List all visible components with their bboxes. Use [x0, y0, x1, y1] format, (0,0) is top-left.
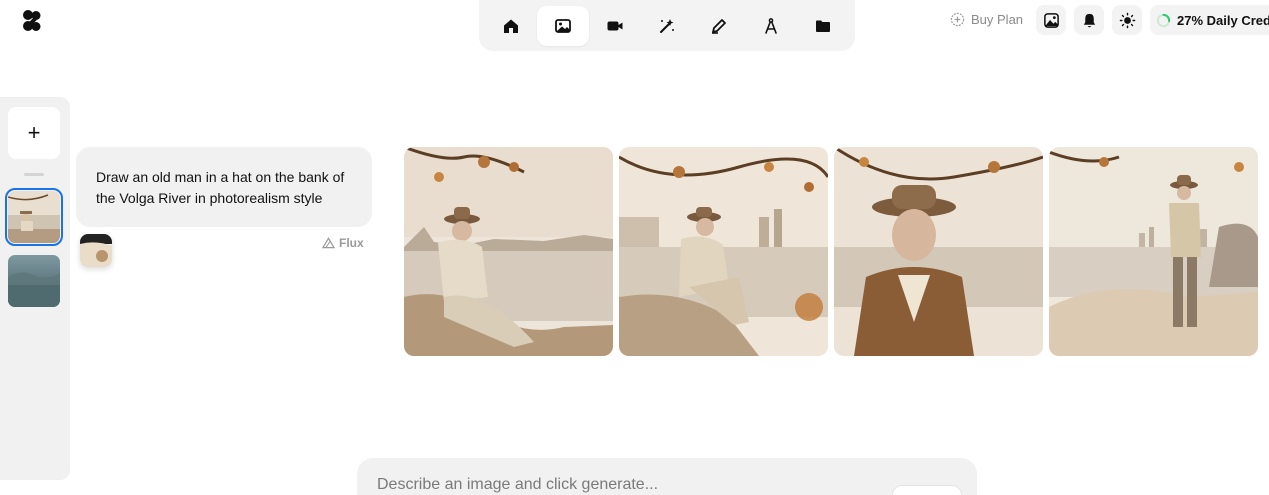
- theme-toggle-button[interactable]: [1112, 5, 1142, 35]
- buy-plan-button[interactable]: Buy Plan: [950, 12, 1023, 27]
- gallery-button[interactable]: [1036, 5, 1066, 35]
- tool-train[interactable]: [745, 6, 797, 46]
- gallery-icon: [1043, 12, 1059, 28]
- flux-model-icon: [322, 237, 335, 249]
- generated-image-content: [1049, 147, 1258, 356]
- reference-thumbnail: [80, 234, 112, 267]
- buy-plan-label: Buy Plan: [971, 12, 1024, 27]
- generate-button[interactable]: [892, 485, 962, 495]
- prompt-bubble: Draw an old man in a hat on the bank of …: [76, 147, 372, 227]
- history-thumbnail: [8, 255, 60, 307]
- credits-label: 27% Daily Credits: [1177, 12, 1269, 28]
- video-camera-icon: [607, 21, 623, 30]
- daily-credits-button[interactable]: 27% Daily Credits: [1150, 5, 1269, 35]
- reference-image-icon[interactable]: [80, 234, 112, 267]
- history-item-old-man[interactable]: [5, 188, 63, 246]
- tool-nav: [479, 0, 855, 51]
- tool-video[interactable]: [589, 6, 641, 46]
- image-icon: [555, 18, 571, 33]
- prompt-input-box: [357, 458, 977, 495]
- plus-circle-icon: [950, 12, 965, 27]
- generated-image-2[interactable]: [619, 147, 828, 356]
- tool-enhance[interactable]: [641, 6, 693, 46]
- history-sidebar: +: [0, 97, 70, 480]
- compass-icon: [765, 17, 777, 34]
- sun-icon: [1119, 12, 1135, 28]
- bell-icon: [1083, 13, 1095, 27]
- krea-logo-icon[interactable]: [22, 10, 42, 32]
- model-name: Flux: [339, 236, 364, 250]
- generated-image-3[interactable]: [834, 147, 1043, 356]
- notifications-button[interactable]: [1074, 5, 1104, 35]
- history-thumbnail: [8, 191, 60, 243]
- tool-assets[interactable]: [797, 6, 849, 46]
- pen-icon: [712, 18, 726, 34]
- generated-image-4[interactable]: [1049, 147, 1258, 356]
- home-icon: [504, 19, 518, 33]
- app-page: Buy Plan 27% Daily Credits +: [0, 0, 1269, 495]
- tool-edit[interactable]: [693, 6, 745, 46]
- generated-image-content: [619, 147, 828, 356]
- generated-image-content: [834, 147, 1043, 356]
- prompt-text: Draw an old man in a hat on the bank of …: [96, 169, 345, 206]
- prompt-input[interactable]: [377, 474, 877, 495]
- generated-image-content: [404, 147, 613, 356]
- tool-home[interactable]: [485, 6, 537, 46]
- plus-icon: +: [27, 120, 41, 145]
- tool-image[interactable]: [537, 5, 589, 46]
- generated-image-1[interactable]: [404, 147, 613, 356]
- model-tag: Flux: [322, 236, 364, 250]
- folder-icon: [816, 20, 830, 32]
- sidebar-divider: [24, 173, 44, 176]
- credits-progress-icon: [1156, 13, 1171, 27]
- new-generation-button[interactable]: +: [8, 107, 60, 159]
- history-item-misty-lake[interactable]: [8, 255, 60, 307]
- magic-wand-icon: [660, 18, 674, 33]
